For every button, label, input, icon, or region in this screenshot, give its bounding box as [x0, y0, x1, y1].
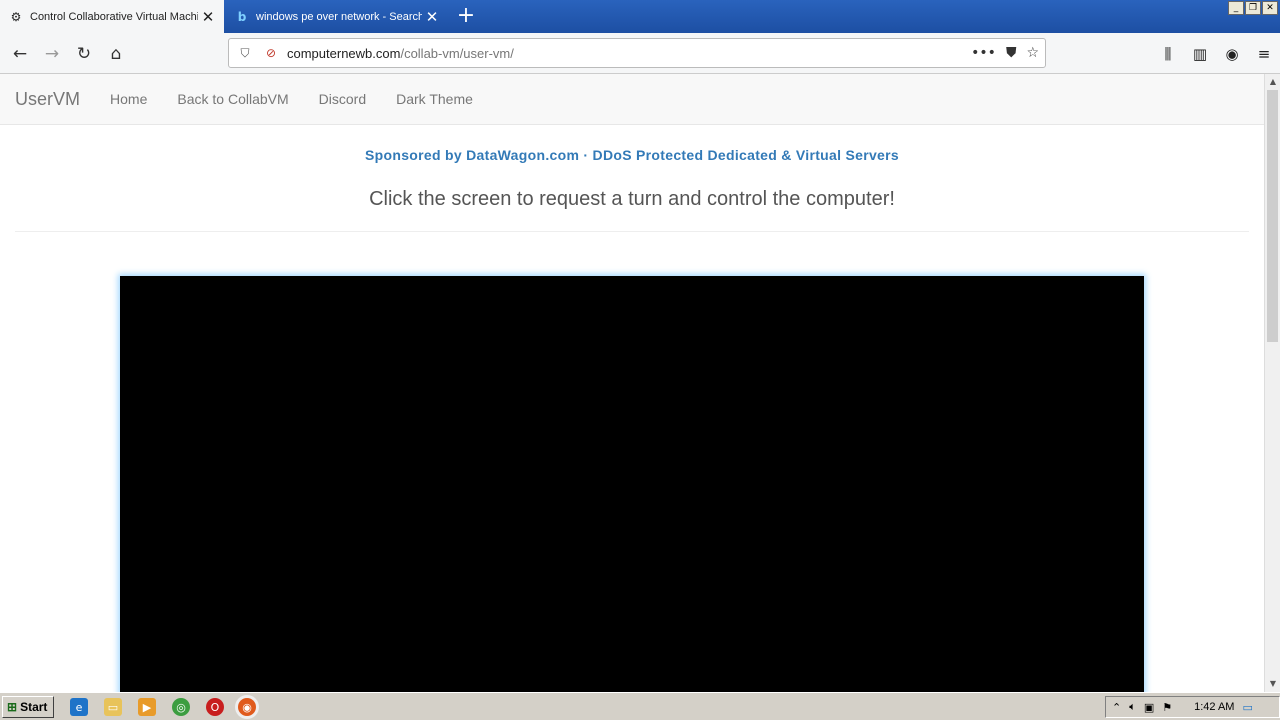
url-text[interactable]: computernewb.com/collab-vm/user-vm/: [287, 46, 971, 61]
tab-search[interactable]: b windows pe over network - Search ✕: [226, 0, 448, 33]
page-lead-text: Click the screen to request a turn and c…: [369, 188, 895, 210]
address-bar[interactable]: ⛉ ⊘ computernewb.com/collab-vm/user-vm/ …: [228, 38, 1046, 68]
bing-icon: b: [237, 9, 247, 24]
opera-icon[interactable]: O: [206, 698, 224, 716]
insecure-lock-icon: ⊘: [265, 46, 277, 60]
close-tab-icon[interactable]: ✕: [198, 8, 218, 26]
chrome-icon[interactable]: ◎: [172, 698, 190, 716]
back-arrow-icon: ←: [12, 44, 28, 64]
show-desktop-icon[interactable]: ▭: [1242, 701, 1252, 714]
page-content: UserVM Home Back to CollabVM Discord Dar…: [0, 74, 1264, 692]
page-actions-icon[interactable]: •••: [971, 45, 996, 61]
site-navbar: UserVM Home Back to CollabVM Discord Dar…: [0, 74, 1264, 125]
divider: [15, 231, 1249, 232]
close-tab-icon[interactable]: ✕: [422, 8, 442, 26]
restore-button[interactable]: ❐: [1245, 1, 1261, 15]
menu-icon[interactable]: ≡: [1248, 40, 1280, 68]
new-tab-button[interactable]: +: [452, 3, 480, 31]
tab-title: Control Collaborative Virtual Machi: [30, 10, 198, 23]
clock[interactable]: 1:42 AM: [1194, 701, 1234, 713]
scrollbar-thumb[interactable]: [1267, 90, 1278, 342]
tray-expand-icon[interactable]: ⌃: [1112, 701, 1121, 714]
network-icon[interactable]: ▣: [1144, 701, 1154, 714]
library-icon[interactable]: ⫼: [1152, 40, 1184, 68]
volume-icon[interactable]: 🔈︎: [1129, 700, 1136, 714]
anyrun-watermark: ANY RUN: [1038, 684, 1236, 692]
account-icon[interactable]: ◉: [1216, 40, 1248, 68]
page-scrollbar[interactable]: ▲ ▼: [1264, 74, 1280, 692]
nav-dark-theme[interactable]: Dark Theme: [396, 91, 473, 107]
browser-tab-bar: ⚙ Control Collaborative Virtual Machi ✕ …: [0, 0, 1280, 33]
url-host: computernewb.com: [287, 45, 401, 61]
reload-button[interactable]: ↻: [70, 40, 98, 68]
internet-explorer-icon[interactable]: e: [70, 698, 88, 716]
start-button[interactable]: ⊞ Start: [2, 696, 54, 718]
scroll-up-icon[interactable]: ▲: [1265, 74, 1280, 90]
close-window-button[interactable]: ✕: [1262, 1, 1278, 15]
start-label: Start: [20, 700, 48, 714]
home-icon: ⌂: [110, 44, 122, 64]
nav-discord[interactable]: Discord: [319, 91, 366, 107]
media-player-icon[interactable]: ▶: [138, 698, 156, 716]
reload-icon: ↻: [76, 44, 92, 64]
vm-display-canvas[interactable]: [120, 276, 1144, 692]
browser-toolbar: ← → ↻ ⌂ ⛉ ⊘ computernewb.com/collab-vm/u…: [0, 33, 1280, 74]
taskbar: ⊞ Start e ▭ ▶ ◎ O ◉ ⌃ 🔈︎ ▣ ⚑ 1:42 AM ▭: [0, 692, 1280, 720]
window-controls: _ ❐ ✕: [1228, 1, 1278, 15]
tab-collabvm[interactable]: ⚙ Control Collaborative Virtual Machi ✕: [0, 0, 224, 33]
minimize-button[interactable]: _: [1228, 1, 1244, 15]
action-center-flag-icon[interactable]: ⚑: [1162, 701, 1172, 714]
sponsor-link[interactable]: Sponsored by DataWagon.com · DDoS Protec…: [0, 147, 1264, 163]
site-brand[interactable]: UserVM: [15, 89, 80, 110]
forward-arrow-icon: →: [44, 44, 60, 64]
home-button[interactable]: ⌂: [102, 40, 130, 68]
pocket-icon[interactable]: ⛊: [1006, 45, 1017, 61]
nav-back-to-collabvm[interactable]: Back to CollabVM: [177, 91, 288, 107]
folder-icon[interactable]: ▭: [104, 698, 122, 716]
scroll-down-icon[interactable]: ▼: [1265, 676, 1280, 692]
system-tray: ⌃ 🔈︎ ▣ ⚑ 1:42 AM ▭: [1105, 696, 1280, 718]
bookmark-star-icon[interactable]: ☆: [1026, 45, 1039, 61]
forward-button[interactable]: →: [38, 40, 66, 68]
tab-title: windows pe over network - Search: [256, 10, 422, 23]
toolbar-right: ⫼ ▥ ◉ ≡: [1152, 40, 1280, 68]
nav-home[interactable]: Home: [110, 91, 147, 107]
back-button[interactable]: ←: [6, 40, 34, 68]
windows-logo-icon: ⊞: [7, 700, 18, 714]
sidebar-icon[interactable]: ▥: [1184, 40, 1216, 68]
collabvm-icon: ⚙: [10, 9, 22, 24]
shield-icon: ⛉: [240, 45, 250, 60]
firefox-icon[interactable]: ◉: [238, 698, 256, 716]
url-path: /collab-vm/user-vm/: [400, 45, 514, 61]
